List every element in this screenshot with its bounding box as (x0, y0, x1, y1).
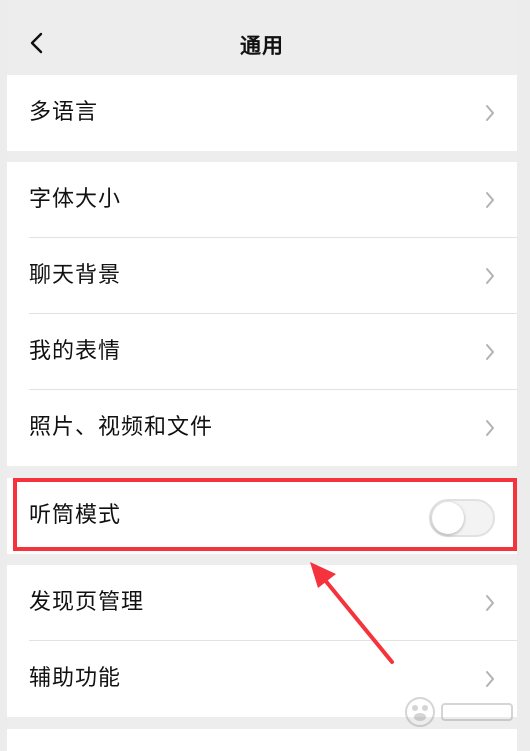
row-label: 辅助功能 (29, 666, 122, 691)
chevron-right-icon (486, 105, 494, 121)
row-label: 我的表情 (29, 339, 122, 364)
settings-row-language[interactable]: 多语言 (7, 75, 517, 151)
settings-row-my-stickers[interactable]: 我的表情 (7, 314, 517, 390)
settings-page: 通用 多语言 字体大小 聊天背景 我的表情 照片、视频和文件 听筒模式 发现页管… (7, 0, 517, 751)
settings-group-language: 多语言 (7, 75, 517, 151)
settings-group-more (7, 729, 517, 751)
settings-row-chat-background[interactable]: 聊天背景 (7, 238, 517, 314)
row-label: 听筒模式 (29, 503, 122, 528)
annotation-arrow-icon (310, 562, 394, 664)
settings-row-discover-manage[interactable]: 发现页管理 (7, 565, 517, 641)
settings-group-earpiece: 听筒模式 (7, 478, 517, 554)
chevron-right-icon (486, 192, 494, 208)
row-label: 聊天背景 (29, 263, 122, 288)
chevron-right-icon (486, 595, 494, 611)
toggle-knob (432, 502, 464, 534)
chevron-right-icon (486, 671, 494, 687)
row-label: 字体大小 (29, 187, 122, 212)
row-label: 照片、视频和文件 (29, 415, 214, 440)
row-label: 多语言 (29, 100, 99, 125)
settings-group-display: 字体大小 聊天背景 我的表情 照片、视频和文件 (7, 162, 517, 466)
row-label: 发现页管理 (29, 590, 145, 615)
page-title: 通用 (240, 34, 284, 58)
settings-row-font-size[interactable]: 字体大小 (7, 162, 517, 238)
chevron-right-icon (486, 344, 494, 360)
earpiece-mode-toggle[interactable] (429, 499, 495, 537)
chevron-right-icon (486, 420, 494, 436)
watermark-logo-icon (405, 697, 513, 727)
settings-row-earpiece-mode: 听筒模式 (7, 478, 517, 554)
chevron-right-icon (486, 268, 494, 284)
navbar: 通用 (7, 0, 517, 74)
settings-row-media-files[interactable]: 照片、视频和文件 (7, 390, 517, 466)
